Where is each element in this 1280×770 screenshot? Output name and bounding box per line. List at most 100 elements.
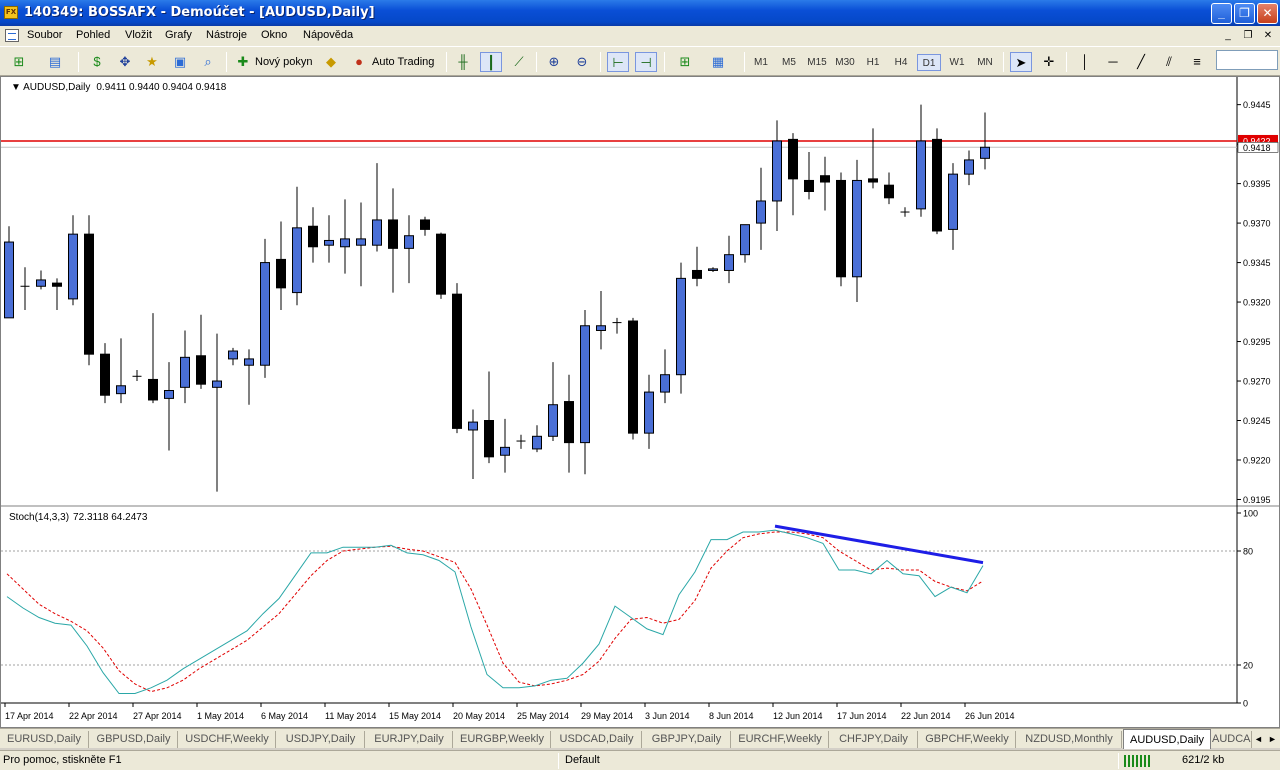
candle-body [724,254,734,271]
mdi-minimize-button[interactable]: _ [1220,29,1236,43]
new-order-icon[interactable]: ✚ [232,52,254,72]
chart-window[interactable]: 0.94450.94200.93950.93700.93450.93200.92… [0,76,1280,728]
cursor-icon[interactable]: ➤ [1010,52,1032,72]
mdi-restore-button[interactable]: ❐ [1240,29,1256,43]
candle-body [676,277,686,376]
menu-tools[interactable]: Nástroje [206,29,247,41]
chart-canvas[interactable]: 0.94450.94200.93950.93700.93450.93200.92… [1,77,1279,727]
time-axis: 17 Apr 2014 22 Apr 2014 27 Apr 2014 1 May 2… [4,703,1015,721]
timeframe-m1[interactable]: M1 [749,54,773,71]
stoch-main-line [6,529,984,694]
candle-body [372,219,382,246]
chart-tab[interactable]: GBPJPY,Daily [643,731,731,748]
candle-body [212,380,222,388]
candle-body [788,138,798,180]
trendline-icon[interactable]: ╱ [1130,52,1152,72]
bar-chart-icon[interactable]: ╫ [452,52,474,72]
time-tick-label: 11 May 2014 [325,711,376,721]
candle-body [804,179,814,193]
timeframe-m5[interactable]: M5 [777,54,801,71]
mdi-close-button[interactable]: ✕ [1260,29,1276,43]
status-profile[interactable]: Default [565,754,600,766]
navigator-icon[interactable]: ✥ [114,52,136,72]
bid-price-label: 0.9418 [1243,143,1271,153]
candle-body [420,219,430,230]
chart-tab[interactable]: AUDUSD,Daily [1123,729,1211,749]
close-button[interactable]: ✕ [1257,3,1278,24]
candle-body [500,446,510,456]
timeframe-m30[interactable]: M30 [833,54,857,71]
candle-body [692,269,702,279]
candle-body [980,146,990,159]
minimize-button[interactable]: _ [1211,3,1232,24]
menu-charts[interactable]: Grafy [165,29,192,41]
time-tick-label: 17 Jun 2014 [837,711,887,721]
menu-help[interactable]: Nápověda [303,29,353,41]
chart-tab[interactable]: CHFJPY,Daily [830,731,918,748]
indicators-icon[interactable]: ⊞ [674,52,696,72]
chart-tab[interactable]: NZDUSD,Monthly [1017,731,1122,748]
auto-trading-button[interactable]: Auto Trading [372,52,434,72]
timeframe-w1[interactable]: W1 [945,54,969,71]
menu-file[interactable]: Soubor [27,29,62,41]
candle-body [180,356,190,388]
chart-tab[interactable]: USDJPY,Daily [277,731,365,748]
terminal-icon[interactable]: ▣ [169,52,191,72]
chart-tab[interactable]: EURGBP,Weekly [454,731,551,748]
chart-window-icon[interactable] [5,29,19,42]
maximize-button[interactable]: ❐ [1234,3,1255,24]
strategy-tester-icon[interactable]: ⌕ [197,52,219,72]
timeframe-mn[interactable]: MN [973,54,997,71]
chart-symbol-label: AUDUSD,Daily [23,82,90,93]
timeframe-h1[interactable]: H1 [861,54,885,71]
auto-trading-icon[interactable]: ● [348,52,370,72]
candle-body [548,404,558,437]
horizontal-line-icon[interactable]: ─ [1102,52,1124,72]
chart-tab[interactable]: EURCHF,Weekly [732,731,829,748]
chart-tab[interactable]: USDCHF,Weekly [179,731,276,748]
timeframe-h4[interactable]: H4 [889,54,913,71]
chart-tab[interactable]: USDCAD,Daily [552,731,642,748]
chart-tab[interactable]: GBPUSD,Daily [90,731,178,748]
candle-body [932,138,942,232]
menu-view[interactable]: Pohled [76,29,110,41]
zoom-in-icon[interactable]: ⊕ [543,52,565,72]
candle-body [740,224,750,256]
chart-tab[interactable]: AUDCAD,Daily [1212,731,1252,748]
toolbar-search-input[interactable] [1216,50,1278,70]
new-order-button[interactable]: Nový pokyn [255,52,312,72]
candle-body [660,374,670,393]
candle-body [436,233,446,295]
market-watch-icon[interactable]: $ [86,52,108,72]
candle-body [964,159,974,175]
crosshair-icon[interactable]: ✛ [1038,52,1060,72]
menu-insert[interactable]: Vložit [125,29,152,41]
templates-icon[interactable]: ▦ [707,52,729,72]
candle-body [340,238,350,248]
time-tick-label: 1 May 2014 [197,711,244,721]
chart-shift-icon[interactable]: ⊣ [635,52,657,72]
zoom-out-icon[interactable]: ⊖ [571,52,593,72]
stoch-name-label: Stoch(14,3,3) [9,512,69,523]
menu-window[interactable]: Okno [261,29,287,41]
connection-status-icon [1124,755,1150,767]
chart-tab[interactable]: EURJPY,Daily [366,731,453,748]
equidistant-channel-icon[interactable]: ⫽ [1158,52,1180,72]
metaeditor-icon[interactable]: ◆ [320,52,342,72]
vertical-line-icon[interactable]: │ [1074,52,1096,72]
time-tick-label: 6 May 2014 [261,711,308,721]
timeframe-m15[interactable]: M15 [805,54,829,71]
tab-scroll-left-icon[interactable]: ◄ [1252,731,1265,747]
chart-tab[interactable]: EURUSD,Daily [0,731,89,748]
tab-scroll-right-icon[interactable]: ► [1266,731,1279,747]
fibonacci-icon[interactable]: ≡ [1186,52,1208,72]
favorites-star-icon[interactable]: ★ [141,52,163,72]
profiles-icon[interactable]: ▤ [44,52,66,72]
candlestick-chart-icon[interactable]: ┃ [480,52,502,72]
chart-ohlc-readout: 0.9411 0.9440 0.9404 0.9418 [96,82,226,93]
new-chart-icon[interactable]: ⊞ [8,52,30,72]
line-chart-icon[interactable]: ⟋ [508,52,530,72]
timeframe-d1[interactable]: D1 [917,54,941,71]
auto-scroll-icon[interactable]: ⊢ [607,52,629,72]
chart-tab[interactable]: GBPCHF,Weekly [919,731,1016,748]
